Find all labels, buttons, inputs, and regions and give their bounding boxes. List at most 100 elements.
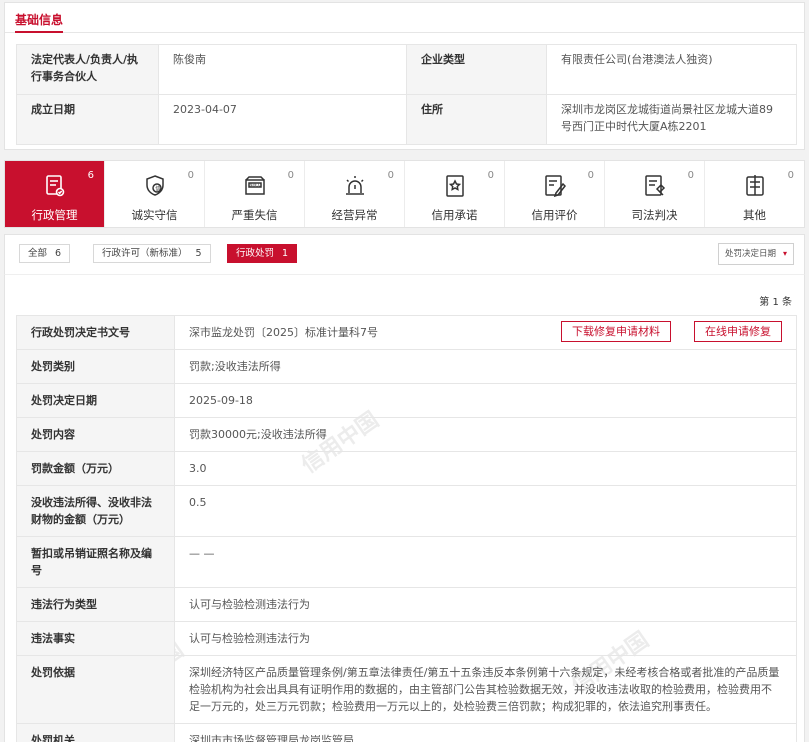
basic-info-title-underline bbox=[15, 31, 63, 33]
tab-count: 0 bbox=[787, 170, 794, 181]
license-revoked-value: — — bbox=[174, 536, 797, 588]
chip-label: 全部 bbox=[28, 248, 48, 259]
penalty-type-value: 罚款;没收违法所得 bbox=[174, 349, 797, 384]
tab-label: 严重失信 bbox=[231, 208, 278, 222]
detail-row: 违法行为类型 认可与检验检测违法行为 bbox=[16, 587, 797, 622]
company-type-value: 有限责任公司(台港澳法人独资) bbox=[546, 44, 797, 95]
record-count: 第 1 条 bbox=[759, 297, 792, 308]
tab-abnormal-operation[interactable]: 0 经营异常 bbox=[305, 161, 405, 227]
other-icon bbox=[742, 173, 768, 199]
detail-row: 违法事实 认可与检验检测违法行为 bbox=[16, 621, 797, 656]
chip-label: 行政处罚 bbox=[236, 248, 275, 259]
basic-info-title: 基础信息 bbox=[15, 13, 64, 27]
basic-info-row: 成立日期 2023-04-07 住所 深圳市龙岗区龙城街道尚景社区龙城大道89号… bbox=[16, 94, 797, 145]
detail-row: 处罚决定日期 2025-09-18 bbox=[16, 383, 797, 418]
tab-label: 行政管理 bbox=[31, 208, 78, 222]
penalty-detail-panel: 信用中国 信用中国 信用中国 第 1 条 行政处罚决定书文号 深市监龙处罚〔20… bbox=[4, 274, 805, 742]
decision-date-label: 处罚决定日期 bbox=[16, 383, 175, 418]
chip-count: 1 bbox=[282, 248, 289, 259]
violation-type-label: 违法行为类型 bbox=[16, 587, 175, 622]
filter-chip-all[interactable]: 全部 6 bbox=[19, 244, 71, 263]
tab-count: 0 bbox=[487, 170, 494, 181]
tab-count: 0 bbox=[587, 170, 594, 181]
penalty-basis-value: 深圳经济特区产品质量管理条例/第五章法律责任/第五十五条违反本条例第十六条规定，… bbox=[174, 655, 797, 724]
violation-type-value: 认可与检验检测违法行为 bbox=[174, 587, 797, 622]
penalty-authority-value: 深圳市市场监督管理局龙岗监管局 bbox=[174, 723, 797, 742]
basic-info-row: 法定代表人/负责人/执行事务合伙人 陈俊南 企业类型 有限责任公司(台港澳法人独… bbox=[16, 44, 797, 95]
tab-count: 0 bbox=[687, 170, 694, 181]
tab-count: 6 bbox=[87, 170, 94, 181]
license-revoked-label: 暂扣或吊销证照名称及编号 bbox=[16, 536, 175, 588]
category-tab-bar: 6 行政管理 信 0 诚实守信 失信人 0 严重失信 0 经营异常 0 信用承诺… bbox=[4, 160, 805, 228]
decision-date-value: 2025-09-18 bbox=[174, 383, 797, 418]
detail-row: 暂扣或吊销证照名称及编号 — — bbox=[16, 536, 797, 588]
chip-label: 行政许可（新标准） bbox=[102, 248, 188, 259]
penalty-basis-label: 处罚依据 bbox=[16, 655, 175, 724]
tab-admin-management[interactable]: 6 行政管理 bbox=[5, 161, 105, 227]
filter-chip-admin-penalty[interactable]: 行政处罚 1 bbox=[227, 244, 298, 263]
legal-rep-value: 陈俊南 bbox=[158, 44, 407, 95]
founded-date-label: 成立日期 bbox=[16, 94, 159, 145]
svg-text:失信人: 失信人 bbox=[249, 182, 260, 187]
alarm-icon bbox=[342, 173, 368, 199]
tab-count: 0 bbox=[287, 170, 294, 181]
basic-info-table: 法定代表人/负责人/执行事务合伙人 陈俊南 企业类型 有限责任公司(台港澳法人独… bbox=[16, 44, 797, 145]
founded-date-value: 2023-04-07 bbox=[158, 94, 407, 145]
tab-label: 司法判决 bbox=[631, 208, 678, 222]
confiscation-amount-label: 没收违法所得、没收非法财物的金额（万元） bbox=[16, 485, 175, 537]
tab-serious-dishonesty[interactable]: 失信人 0 严重失信 bbox=[205, 161, 305, 227]
chevron-down-icon: ▾ bbox=[782, 249, 787, 258]
tab-count: 0 bbox=[387, 170, 394, 181]
tab-count: 0 bbox=[187, 170, 194, 181]
sort-label: 处罚决定日期 bbox=[725, 249, 777, 259]
legal-rep-label: 法定代表人/负责人/执行事务合伙人 bbox=[16, 44, 159, 95]
tab-integrity[interactable]: 信 0 诚实守信 bbox=[105, 161, 205, 227]
chip-count: 5 bbox=[195, 248, 202, 259]
violation-facts-value: 认可与检验检测违法行为 bbox=[174, 621, 797, 656]
shield-badge-icon: 信 bbox=[142, 173, 168, 199]
doc-number-value: 深市监龙处罚〔2025〕标准计量科7号 下载修复申请材料 在线申请修复 bbox=[174, 315, 797, 350]
filter-bar: 全部 6 行政许可（新标准） 5 行政处罚 1 处罚决定日期 ▾ bbox=[4, 234, 805, 274]
detail-row: 处罚机关 深圳市市场监督管理局龙岗监管局 bbox=[16, 723, 797, 742]
penalty-type-label: 处罚类别 bbox=[16, 349, 175, 384]
violation-facts-label: 违法事实 bbox=[16, 621, 175, 656]
address-value: 深圳市龙岗区龙城街道尚景社区龙城大道89号西门正中时代大厦A栋2201 bbox=[546, 94, 797, 145]
detail-row: 没收违法所得、没收非法财物的金额（万元） 0.5 bbox=[16, 485, 797, 537]
sort-dropdown[interactable]: 处罚决定日期 ▾ bbox=[718, 243, 794, 265]
tab-label: 信用评价 bbox=[531, 208, 578, 222]
confiscation-amount-value: 0.5 bbox=[174, 485, 797, 537]
chip-count: 6 bbox=[55, 248, 62, 259]
tab-label: 其他 bbox=[743, 208, 766, 222]
tab-credit-evaluation[interactable]: 0 信用评价 bbox=[505, 161, 605, 227]
fine-amount-value: 3.0 bbox=[174, 451, 797, 486]
detail-row: 处罚依据 深圳经济特区产品质量管理条例/第五章法律责任/第五十五条违反本条例第十… bbox=[16, 655, 797, 724]
online-repair-button[interactable]: 在线申请修复 bbox=[694, 321, 782, 342]
basic-info-panel: 基础信息 法定代表人/负责人/执行事务合伙人 陈俊南 企业类型 有限责任公司(台… bbox=[4, 2, 805, 150]
penalty-content-label: 处罚内容 bbox=[16, 417, 175, 452]
penalty-content-value: 罚款30000元;没收违法所得 bbox=[174, 417, 797, 452]
download-repair-materials-button[interactable]: 下载修复申请材料 bbox=[561, 321, 671, 342]
detail-row: 处罚内容 罚款30000元;没收违法所得 bbox=[16, 417, 797, 452]
dishonest-list-icon: 失信人 bbox=[242, 173, 268, 199]
address-label: 住所 bbox=[406, 94, 547, 145]
tab-credit-promise[interactable]: 0 信用承诺 bbox=[405, 161, 505, 227]
admin-doc-icon bbox=[42, 173, 68, 199]
penalty-detail-table: 行政处罚决定书文号 深市监龙处罚〔2025〕标准计量科7号 下载修复申请材料 在… bbox=[16, 315, 797, 742]
tab-other[interactable]: 0 其他 bbox=[705, 161, 804, 227]
detail-row: 罚款金额（万元） 3.0 bbox=[16, 451, 797, 486]
doc-number-label: 行政处罚决定书文号 bbox=[16, 315, 175, 350]
fine-amount-label: 罚款金额（万元） bbox=[16, 451, 175, 486]
company-type-label: 企业类型 bbox=[406, 44, 547, 95]
evaluation-icon bbox=[542, 173, 568, 199]
tab-judicial-judgment[interactable]: 0 司法判决 bbox=[605, 161, 705, 227]
judgment-icon bbox=[642, 173, 668, 199]
detail-row: 行政处罚决定书文号 深市监龙处罚〔2025〕标准计量科7号 下载修复申请材料 在… bbox=[16, 315, 797, 350]
svg-text:信: 信 bbox=[155, 184, 161, 192]
filter-chip-admin-license[interactable]: 行政许可（新标准） 5 bbox=[93, 244, 211, 263]
tab-label: 诚实守信 bbox=[131, 208, 178, 222]
tab-label: 经营异常 bbox=[331, 208, 378, 222]
detail-row: 处罚类别 罚款;没收违法所得 bbox=[16, 349, 797, 384]
basic-info-header: 基础信息 bbox=[5, 3, 804, 33]
tab-label: 信用承诺 bbox=[431, 208, 478, 222]
doc-number-text: 深市监龙处罚〔2025〕标准计量科7号 bbox=[189, 326, 378, 339]
